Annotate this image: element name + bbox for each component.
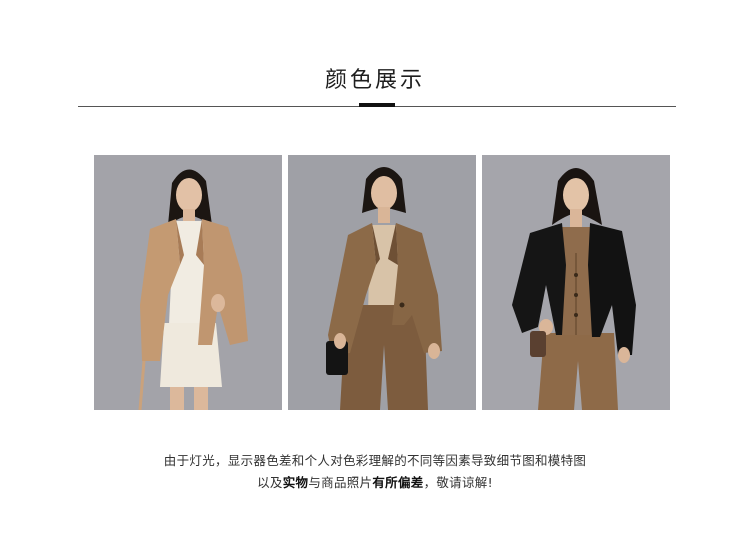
color-photo-black xyxy=(482,155,670,410)
disclaimer-prefix: 以及 xyxy=(257,475,283,490)
color-photo-brown xyxy=(288,155,476,410)
disclaimer-mid: 与商品照片 xyxy=(308,475,373,490)
disclaimer-line-1: 由于灯光，显示器色差和个人对色彩理解的不同等因素导致细节图和模特图 xyxy=(163,453,587,468)
section-title: 颜色展示 xyxy=(324,68,425,93)
disclaimer-suffix: ，敬请谅解! xyxy=(423,475,493,490)
title-divider-accent xyxy=(359,103,395,107)
disclaimer-emphasis-2: 有所偏差 xyxy=(372,475,424,490)
disclaimer-emphasis-1: 实物 xyxy=(282,475,309,490)
disclaimer-line-2: 以及实物与商品照片有所偏差，敬请谅解! xyxy=(0,472,750,491)
color-photo-camel xyxy=(94,155,282,410)
